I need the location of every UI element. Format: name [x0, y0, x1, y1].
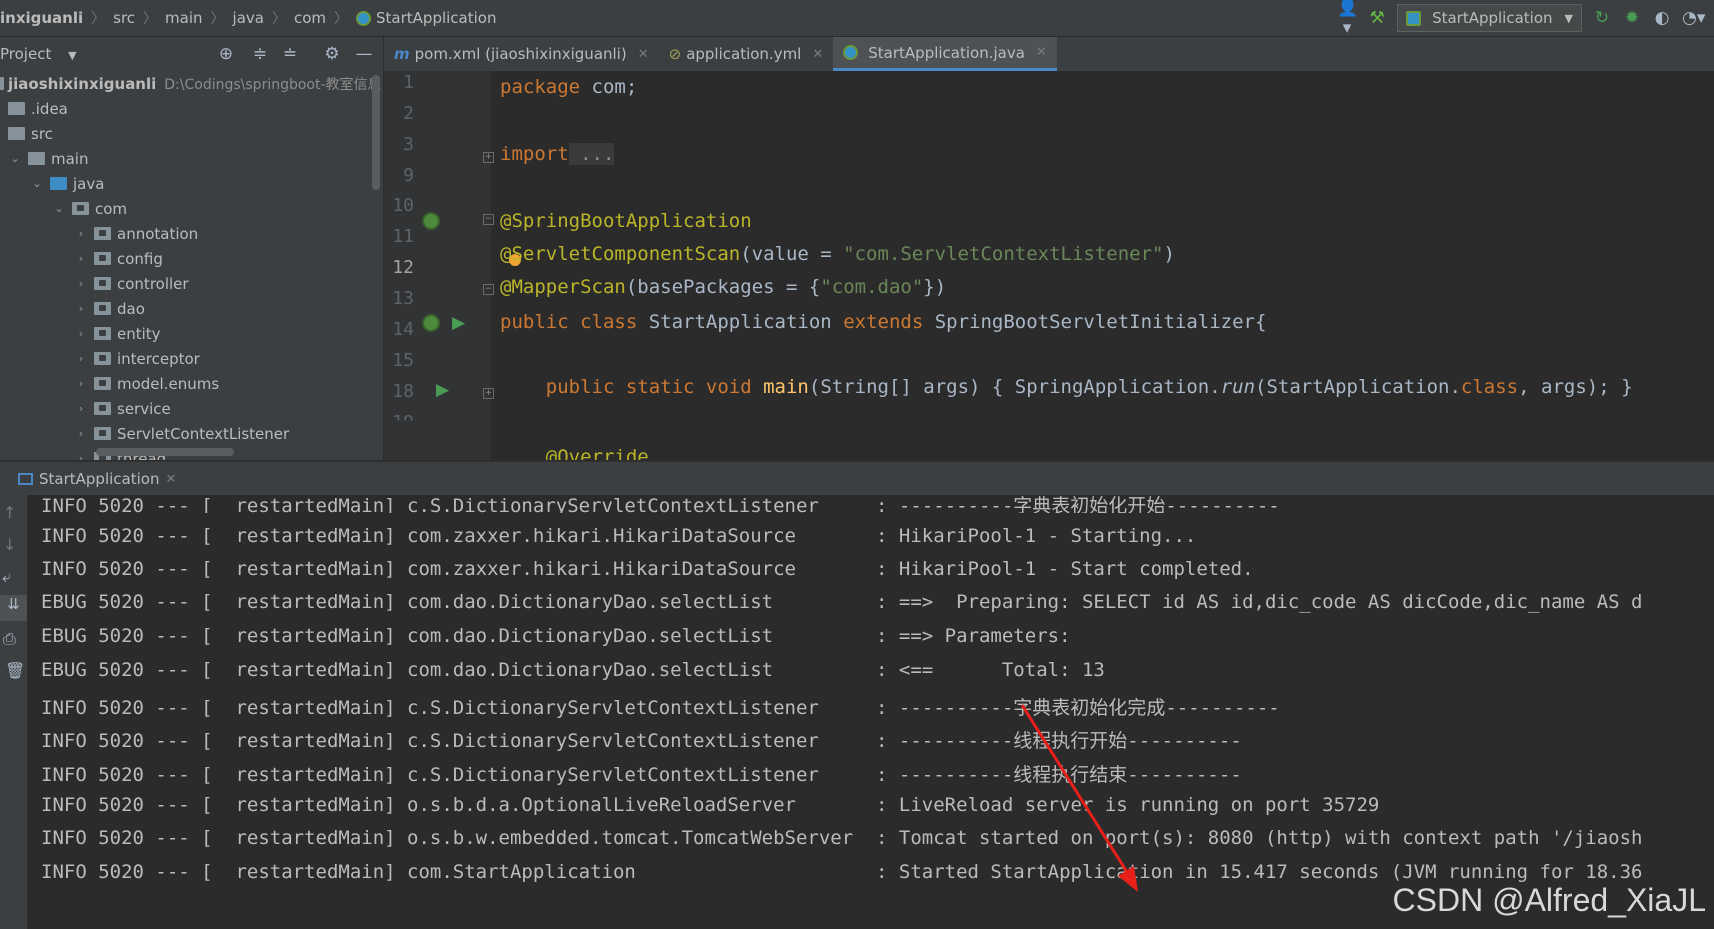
watermark: CSDN @Alfred_XiaJL: [1392, 882, 1706, 918]
annotation-arrow: [1020, 704, 1138, 892]
